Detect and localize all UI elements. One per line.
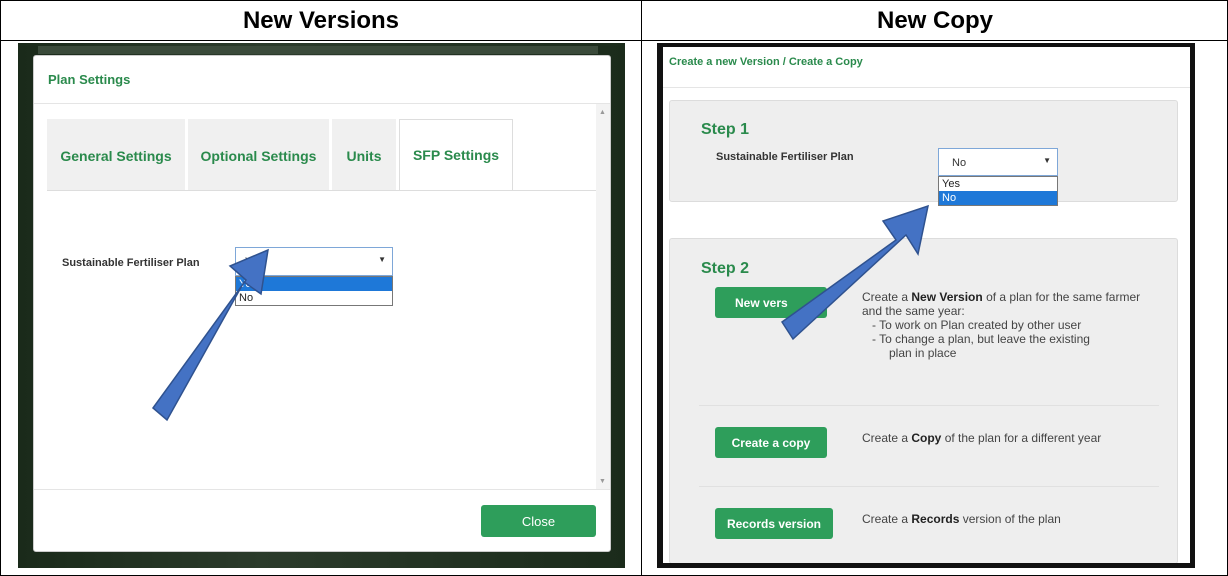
option-yes[interactable]: Yes bbox=[939, 177, 1057, 191]
option-no[interactable]: No bbox=[939, 191, 1057, 205]
close-button[interactable]: Close bbox=[481, 505, 596, 537]
new-version-description: Create a New Version of a plan for the s… bbox=[862, 290, 1152, 360]
sfp-select[interactable]: No ▼ bbox=[938, 148, 1058, 176]
header-new-versions: New Versions bbox=[1, 1, 641, 41]
new-version-bullet-2-cont: plan in place bbox=[889, 346, 957, 360]
tab-optional-settings[interactable]: Optional Settings bbox=[188, 119, 329, 191]
records-description: Create a Records version of the plan bbox=[862, 512, 1061, 526]
step2-heading: Step 2 bbox=[701, 260, 750, 277]
option-yes[interactable]: Yes bbox=[236, 277, 392, 291]
sfp-options-list: Yes No bbox=[938, 176, 1058, 206]
new-version-bullet-2: - To change a plan, but leave the existi… bbox=[872, 332, 1090, 346]
sfp-label: Sustainable Fertiliser Plan bbox=[62, 257, 200, 269]
scroll-down-icon[interactable]: ▼ bbox=[599, 478, 606, 485]
settings-tabs: General Settings Optional Settings Units… bbox=[47, 119, 516, 191]
modal-scrollbar[interactable]: ▲ ▼ bbox=[596, 104, 610, 489]
header-new-copy: New Copy bbox=[641, 1, 1228, 41]
column-divider bbox=[641, 1, 642, 576]
step1-heading: Step 1 bbox=[701, 121, 750, 138]
tab-general-settings[interactable]: General Settings bbox=[47, 119, 185, 191]
sfp-select-value: Yes bbox=[245, 256, 263, 268]
sfp-label: Sustainable Fertiliser Plan bbox=[716, 151, 854, 163]
create-version-page: Create a new Version / Create a Copy Ste… bbox=[663, 47, 1190, 563]
tab-sfp-settings[interactable]: SFP Settings bbox=[399, 119, 513, 191]
new-version-button[interactable]: New vers bbox=[715, 287, 827, 318]
sfp-select[interactable]: Yes ▼ bbox=[235, 247, 393, 276]
copy-description: Create a Copy of the plan for a differen… bbox=[862, 431, 1102, 445]
page-title: Create a new Version / Create a Copy bbox=[669, 56, 863, 68]
sfp-select-value: No bbox=[952, 157, 967, 169]
modal-title: Plan Settings bbox=[48, 72, 131, 87]
records-version-button[interactable]: Records version bbox=[715, 508, 833, 539]
scroll-up-icon[interactable]: ▲ bbox=[599, 109, 606, 116]
sfp-options-list: Yes No bbox=[235, 276, 393, 306]
chevron-down-icon: ▼ bbox=[378, 255, 386, 264]
create-copy-button[interactable]: Create a copy bbox=[715, 427, 827, 458]
modal-body: General Settings Optional Settings Units… bbox=[34, 104, 596, 489]
tab-units[interactable]: Units bbox=[332, 119, 396, 191]
new-version-bullet-1: - To work on Plan created by other user bbox=[872, 318, 1082, 332]
plan-settings-modal: Plan Settings General Settings Optional … bbox=[33, 55, 611, 552]
chevron-down-icon: ▼ bbox=[1043, 156, 1051, 165]
option-no[interactable]: No bbox=[236, 291, 392, 305]
